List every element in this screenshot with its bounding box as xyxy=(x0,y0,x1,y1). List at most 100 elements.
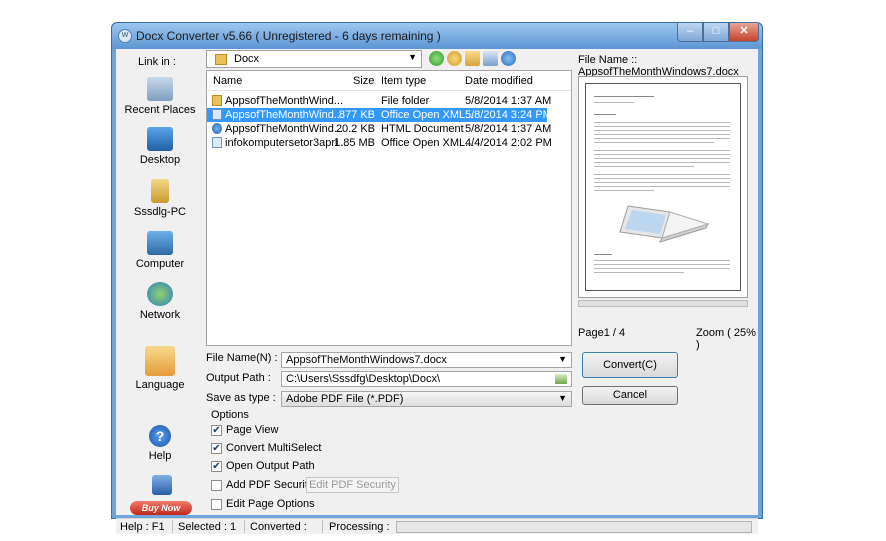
language-icon xyxy=(145,346,175,376)
chevron-down-icon: ▼ xyxy=(558,393,567,403)
minimize-button[interactable]: – xyxy=(677,23,703,42)
file-date-cell: 5/8/2014 1:37 AM xyxy=(465,95,552,107)
page-indicator: Page1 / 4 xyxy=(578,327,626,339)
sidebar-item-recent-places[interactable]: Recent Places xyxy=(120,77,200,116)
table-row[interactable]: AppsofTheMonthWind... 877 KB Office Open… xyxy=(207,108,552,122)
chevron-down-icon[interactable]: ▼ xyxy=(558,354,567,364)
folder-select-value: Docx xyxy=(234,53,260,65)
sidebar-item-label: Sssdlg-PC xyxy=(134,206,186,218)
up-folder-icon[interactable] xyxy=(447,51,462,66)
options-group: Options ✔ Page View ✔ Convert MultiSelec… xyxy=(208,409,570,519)
laptop-image xyxy=(619,205,710,243)
file-size-cell: 20.2 KB xyxy=(335,123,375,135)
open-output-path-label: Open Output Path xyxy=(226,460,315,472)
file-name-field[interactable]: AppsofTheMonthWindows7.docx ▼ xyxy=(281,352,572,368)
sidebar-item-label: Desktop xyxy=(139,154,181,166)
file-name-cell: infokomputersetor3apri... xyxy=(225,137,347,149)
app-icon: W xyxy=(118,29,132,43)
title-bar[interactable]: W Docx Converter v5.66 ( Unregistered - … xyxy=(112,23,762,49)
save-as-type-label: Save as type : xyxy=(206,392,276,404)
file-name-cell: AppsofTheMonthWind... xyxy=(225,109,344,121)
view-menu-icon[interactable] xyxy=(483,51,498,66)
sidebar-item-label: Network xyxy=(139,309,181,321)
file-list-header: Name Size Item type Date modified xyxy=(207,71,571,91)
column-header-date-modified[interactable]: Date modified xyxy=(465,75,533,87)
table-row[interactable]: AppsofTheMonthWind... 20.2 KB HTML Docum… xyxy=(207,122,551,136)
file-type-cell: File folder xyxy=(381,95,430,107)
open-output-path-checkbox[interactable]: ✔ xyxy=(211,461,222,472)
close-button[interactable]: ✕ xyxy=(729,23,759,42)
edit-page-options-checkbox[interactable] xyxy=(211,499,222,510)
save-as-type-select[interactable]: Adobe PDF File (*.PDF) ▼ xyxy=(281,391,572,407)
docx-file-icon xyxy=(212,137,222,148)
page-view-checkbox[interactable]: ✔ xyxy=(211,425,222,436)
computer-icon xyxy=(147,231,173,255)
file-type-cell: Office Open XML... xyxy=(381,137,475,149)
docx-file-icon xyxy=(212,109,222,120)
sidebar-item-language[interactable]: Language xyxy=(120,346,200,391)
buy-now-button[interactable]: Buy Now xyxy=(130,501,192,515)
page-view-label: Page View xyxy=(226,424,279,436)
client-area: Link in : Recent Places Desktop Sssdlg-P… xyxy=(116,49,758,534)
back-icon[interactable] xyxy=(429,51,444,66)
browse-web-icon[interactable] xyxy=(501,51,516,66)
file-date-cell: 5/8/2014 1:37 AM xyxy=(465,123,552,135)
convert-button[interactable]: Convert(C) xyxy=(582,352,678,378)
browse-folder-icon[interactable] xyxy=(555,374,567,384)
column-header-name[interactable]: Name xyxy=(213,75,242,87)
sidebar-item-label: Recent Places xyxy=(124,104,196,116)
file-list[interactable]: Name Size Item type Date modified Appsof… xyxy=(206,70,572,346)
edit-pdf-security-button[interactable]: Edit PDF Security xyxy=(306,477,399,493)
file-name-label: File Name(N) : xyxy=(206,352,278,364)
table-row[interactable]: AppsofTheMonthWind... File folder 5/8/20… xyxy=(207,94,551,108)
status-processing: Processing : xyxy=(329,521,390,533)
processing-progress-bar xyxy=(396,521,752,533)
file-name-cell: AppsofTheMonthWind... xyxy=(225,95,344,107)
zoom-indicator: Zoom ( 25% ) xyxy=(696,327,756,351)
word-doc-icon xyxy=(152,475,172,495)
sidebar-item-help[interactable]: ? Help xyxy=(120,425,200,462)
folder-select[interactable]: Docx ▼ xyxy=(206,50,422,68)
convert-multiselect-label: Convert MultiSelect xyxy=(226,442,322,454)
file-date-cell: 5/8/2014 3:24 PM xyxy=(465,109,552,121)
document-preview[interactable] xyxy=(578,76,748,298)
save-as-type-value: Adobe PDF File (*.PDF) xyxy=(286,393,404,405)
output-path-value: C:\Users\Sssdfg\Desktop\Docx\ xyxy=(286,373,441,385)
file-type-cell: Office Open XML... xyxy=(381,109,475,121)
add-pdf-security-checkbox[interactable] xyxy=(211,480,222,491)
sidebar-item-label: Help xyxy=(148,450,172,462)
file-size-cell: 877 KB xyxy=(338,109,375,121)
table-row[interactable]: infokomputersetor3apri... 1.85 MB Office… xyxy=(207,136,552,150)
sidebar-item-computer[interactable]: Computer xyxy=(120,231,200,270)
desktop-icon xyxy=(147,127,173,151)
status-converted: Converted : xyxy=(250,521,307,533)
add-pdf-security-label: Add PDF Security xyxy=(226,479,314,491)
sidebar-item-desktop[interactable]: Desktop xyxy=(120,127,200,166)
app-window: W Docx Converter v5.66 ( Unregistered - … xyxy=(111,22,763,534)
new-folder-icon[interactable] xyxy=(465,51,480,66)
help-icon: ? xyxy=(149,425,171,447)
preview-scrollbar[interactable] xyxy=(578,300,748,307)
convert-multiselect-checkbox[interactable]: ✔ xyxy=(211,443,222,454)
output-path-label: Output Path : xyxy=(206,372,271,384)
column-header-size[interactable]: Size xyxy=(353,75,374,87)
maximize-button[interactable]: □ xyxy=(703,23,729,42)
sidebar-item-network[interactable]: Network xyxy=(120,282,200,321)
sidebar-item-label: Language xyxy=(135,379,185,391)
file-type-cell: HTML Document xyxy=(381,123,464,135)
recent-places-icon xyxy=(147,77,173,101)
output-path-field[interactable]: C:\Users\Sssdfg\Desktop\Docx\ xyxy=(281,371,572,387)
sidebar-item-sssdlg-pc[interactable]: Sssdlg-PC xyxy=(120,179,200,218)
folder-icon xyxy=(215,54,227,65)
user-folder-icon xyxy=(151,179,169,203)
file-date-cell: 4/4/2014 2:02 PM xyxy=(465,137,552,149)
column-header-item-type[interactable]: Item type xyxy=(381,75,426,87)
status-bar: Help : F1 Selected : 1 Converted : Proce… xyxy=(116,518,758,534)
file-name-value: AppsofTheMonthWindows7.docx xyxy=(286,354,447,366)
sidebar-item-label: Computer xyxy=(135,258,185,270)
status-help: Help : F1 xyxy=(120,521,165,533)
file-size-cell: 1.85 MB xyxy=(334,137,375,149)
cancel-button[interactable]: Cancel xyxy=(582,386,678,405)
file-name-cell: AppsofTheMonthWind... xyxy=(225,123,344,135)
html-file-icon xyxy=(212,123,222,134)
